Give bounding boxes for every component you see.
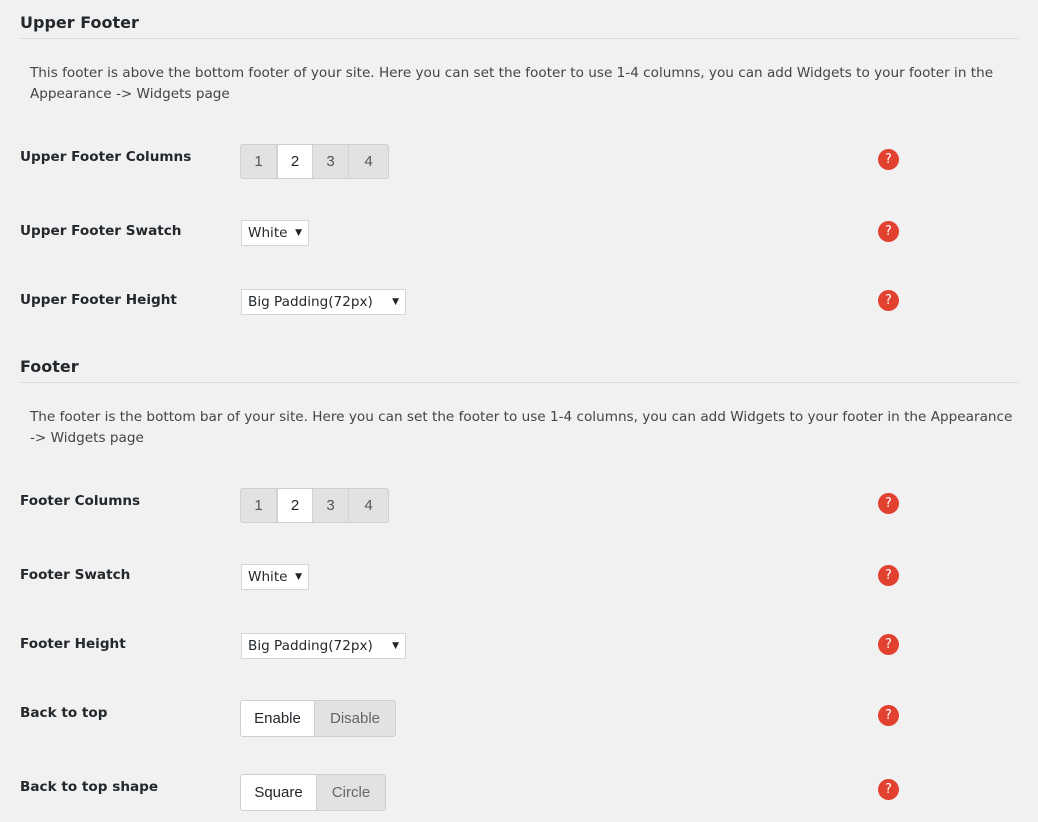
upper-footer-swatch-label: Upper Footer Swatch [20,223,182,239]
section-divider [20,382,1018,383]
upper-footer-title: Upper Footer [20,13,139,32]
select-value: Big Padding(72px) [248,294,373,310]
back-to-top-shape-square-button[interactable]: Square [241,775,317,810]
footer-columns-option-3[interactable]: 3 [313,489,349,522]
upper-footer-columns-option-1[interactable]: 1 [241,145,277,178]
footer-height-select[interactable]: Big Padding(72px) ▼ [241,633,406,659]
caret-down-icon: ▼ [295,572,302,582]
back-to-top-label: Back to top [20,705,108,721]
back-to-top-disable-button[interactable]: Disable [315,701,395,736]
select-value: Big Padding(72px) [248,638,373,654]
footer-swatch-label: Footer Swatch [20,567,131,583]
question-mark-icon[interactable]: ? [878,290,899,311]
footer-columns-option-1[interactable]: 1 [241,489,277,522]
upper-footer-columns-selector: 1 2 3 4 [240,144,389,179]
footer-columns-option-4[interactable]: 4 [349,489,388,522]
question-mark-icon[interactable]: ? [878,705,899,726]
footer-columns-label: Footer Columns [20,493,141,509]
question-mark-icon[interactable]: ? [878,221,899,242]
upper-footer-columns-label: Upper Footer Columns [20,149,192,165]
upper-footer-columns-option-4[interactable]: 4 [349,145,388,178]
caret-down-icon: ▼ [295,228,302,238]
footer-title: Footer [20,357,79,376]
footer-description: The footer is the bottom bar of your sit… [30,409,1013,446]
upper-footer-height-select[interactable]: Big Padding(72px) ▼ [241,289,406,315]
footer-columns-selector: 1 2 3 4 [240,488,389,523]
back-to-top-shape-toggle: Square Circle [240,774,386,811]
back-to-top-enable-button[interactable]: Enable [241,701,315,736]
question-mark-icon[interactable]: ? [878,634,899,655]
footer-height-label: Footer Height [20,636,126,652]
select-value: White [248,569,288,585]
upper-footer-description: This footer is above the bottom footer o… [30,65,994,102]
footer-columns-option-2[interactable]: 2 [277,489,313,522]
back-to-top-shape-circle-button[interactable]: Circle [317,775,385,810]
upper-footer-height-label: Upper Footer Height [20,292,177,308]
back-to-top-shape-label: Back to top shape [20,779,159,795]
upper-footer-swatch-select[interactable]: White ▼ [241,220,309,246]
upper-footer-columns-option-3[interactable]: 3 [313,145,349,178]
upper-footer-columns-option-2[interactable]: 2 [277,145,313,178]
select-value: White [248,225,288,241]
question-mark-icon[interactable]: ? [878,493,899,514]
caret-down-icon: ▼ [392,641,399,651]
back-to-top-toggle: Enable Disable [240,700,396,737]
caret-down-icon: ▼ [392,297,399,307]
question-mark-icon[interactable]: ? [878,779,899,800]
footer-swatch-select[interactable]: White ▼ [241,564,309,590]
question-mark-icon[interactable]: ? [878,149,899,170]
options-page: Upper Footer This footer is above the bo… [0,0,1038,822]
question-mark-icon[interactable]: ? [878,565,899,586]
section-divider [20,38,1018,39]
